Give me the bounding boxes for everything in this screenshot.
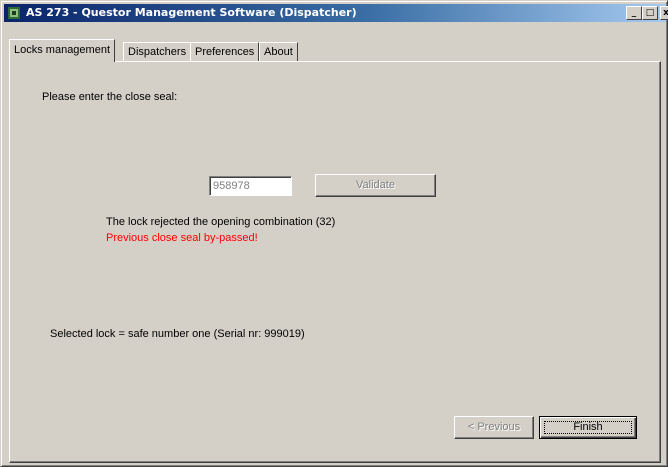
window-title: AS 273 - Questor Management Software (Di… (26, 6, 357, 19)
close-seal-prompt: Please enter the close seal: (42, 91, 178, 103)
app-window: AS 273 - Questor Management Software (Di… (0, 0, 668, 467)
finish-button[interactable]: Finish (539, 416, 637, 439)
validate-button[interactable]: Validate (315, 174, 436, 197)
previous-button[interactable]: < Previous (454, 416, 534, 439)
close-button[interactable]: x (660, 6, 668, 20)
tab-preferences[interactable]: Preferences (190, 42, 260, 61)
tab-dispatchers[interactable]: Dispatchers (123, 42, 192, 61)
warning-message: Previous close seal by-passed! (106, 232, 258, 244)
tab-about[interactable]: About (259, 42, 298, 61)
tab-locks-management[interactable]: Locks management (9, 39, 115, 62)
selected-lock-info: Selected lock = safe number one (Serial … (50, 328, 305, 340)
app-icon (8, 7, 20, 19)
title-bar[interactable]: AS 273 - Questor Management Software (Di… (4, 4, 668, 22)
close-seal-input[interactable] (209, 176, 292, 196)
focus-indicator (544, 421, 632, 434)
minimize-button[interactable]: _ (626, 6, 642, 20)
tab-panel-locks-management (9, 61, 661, 463)
maximize-button[interactable]: □ (642, 6, 658, 20)
status-message: The lock rejected the opening combinatio… (106, 216, 336, 228)
